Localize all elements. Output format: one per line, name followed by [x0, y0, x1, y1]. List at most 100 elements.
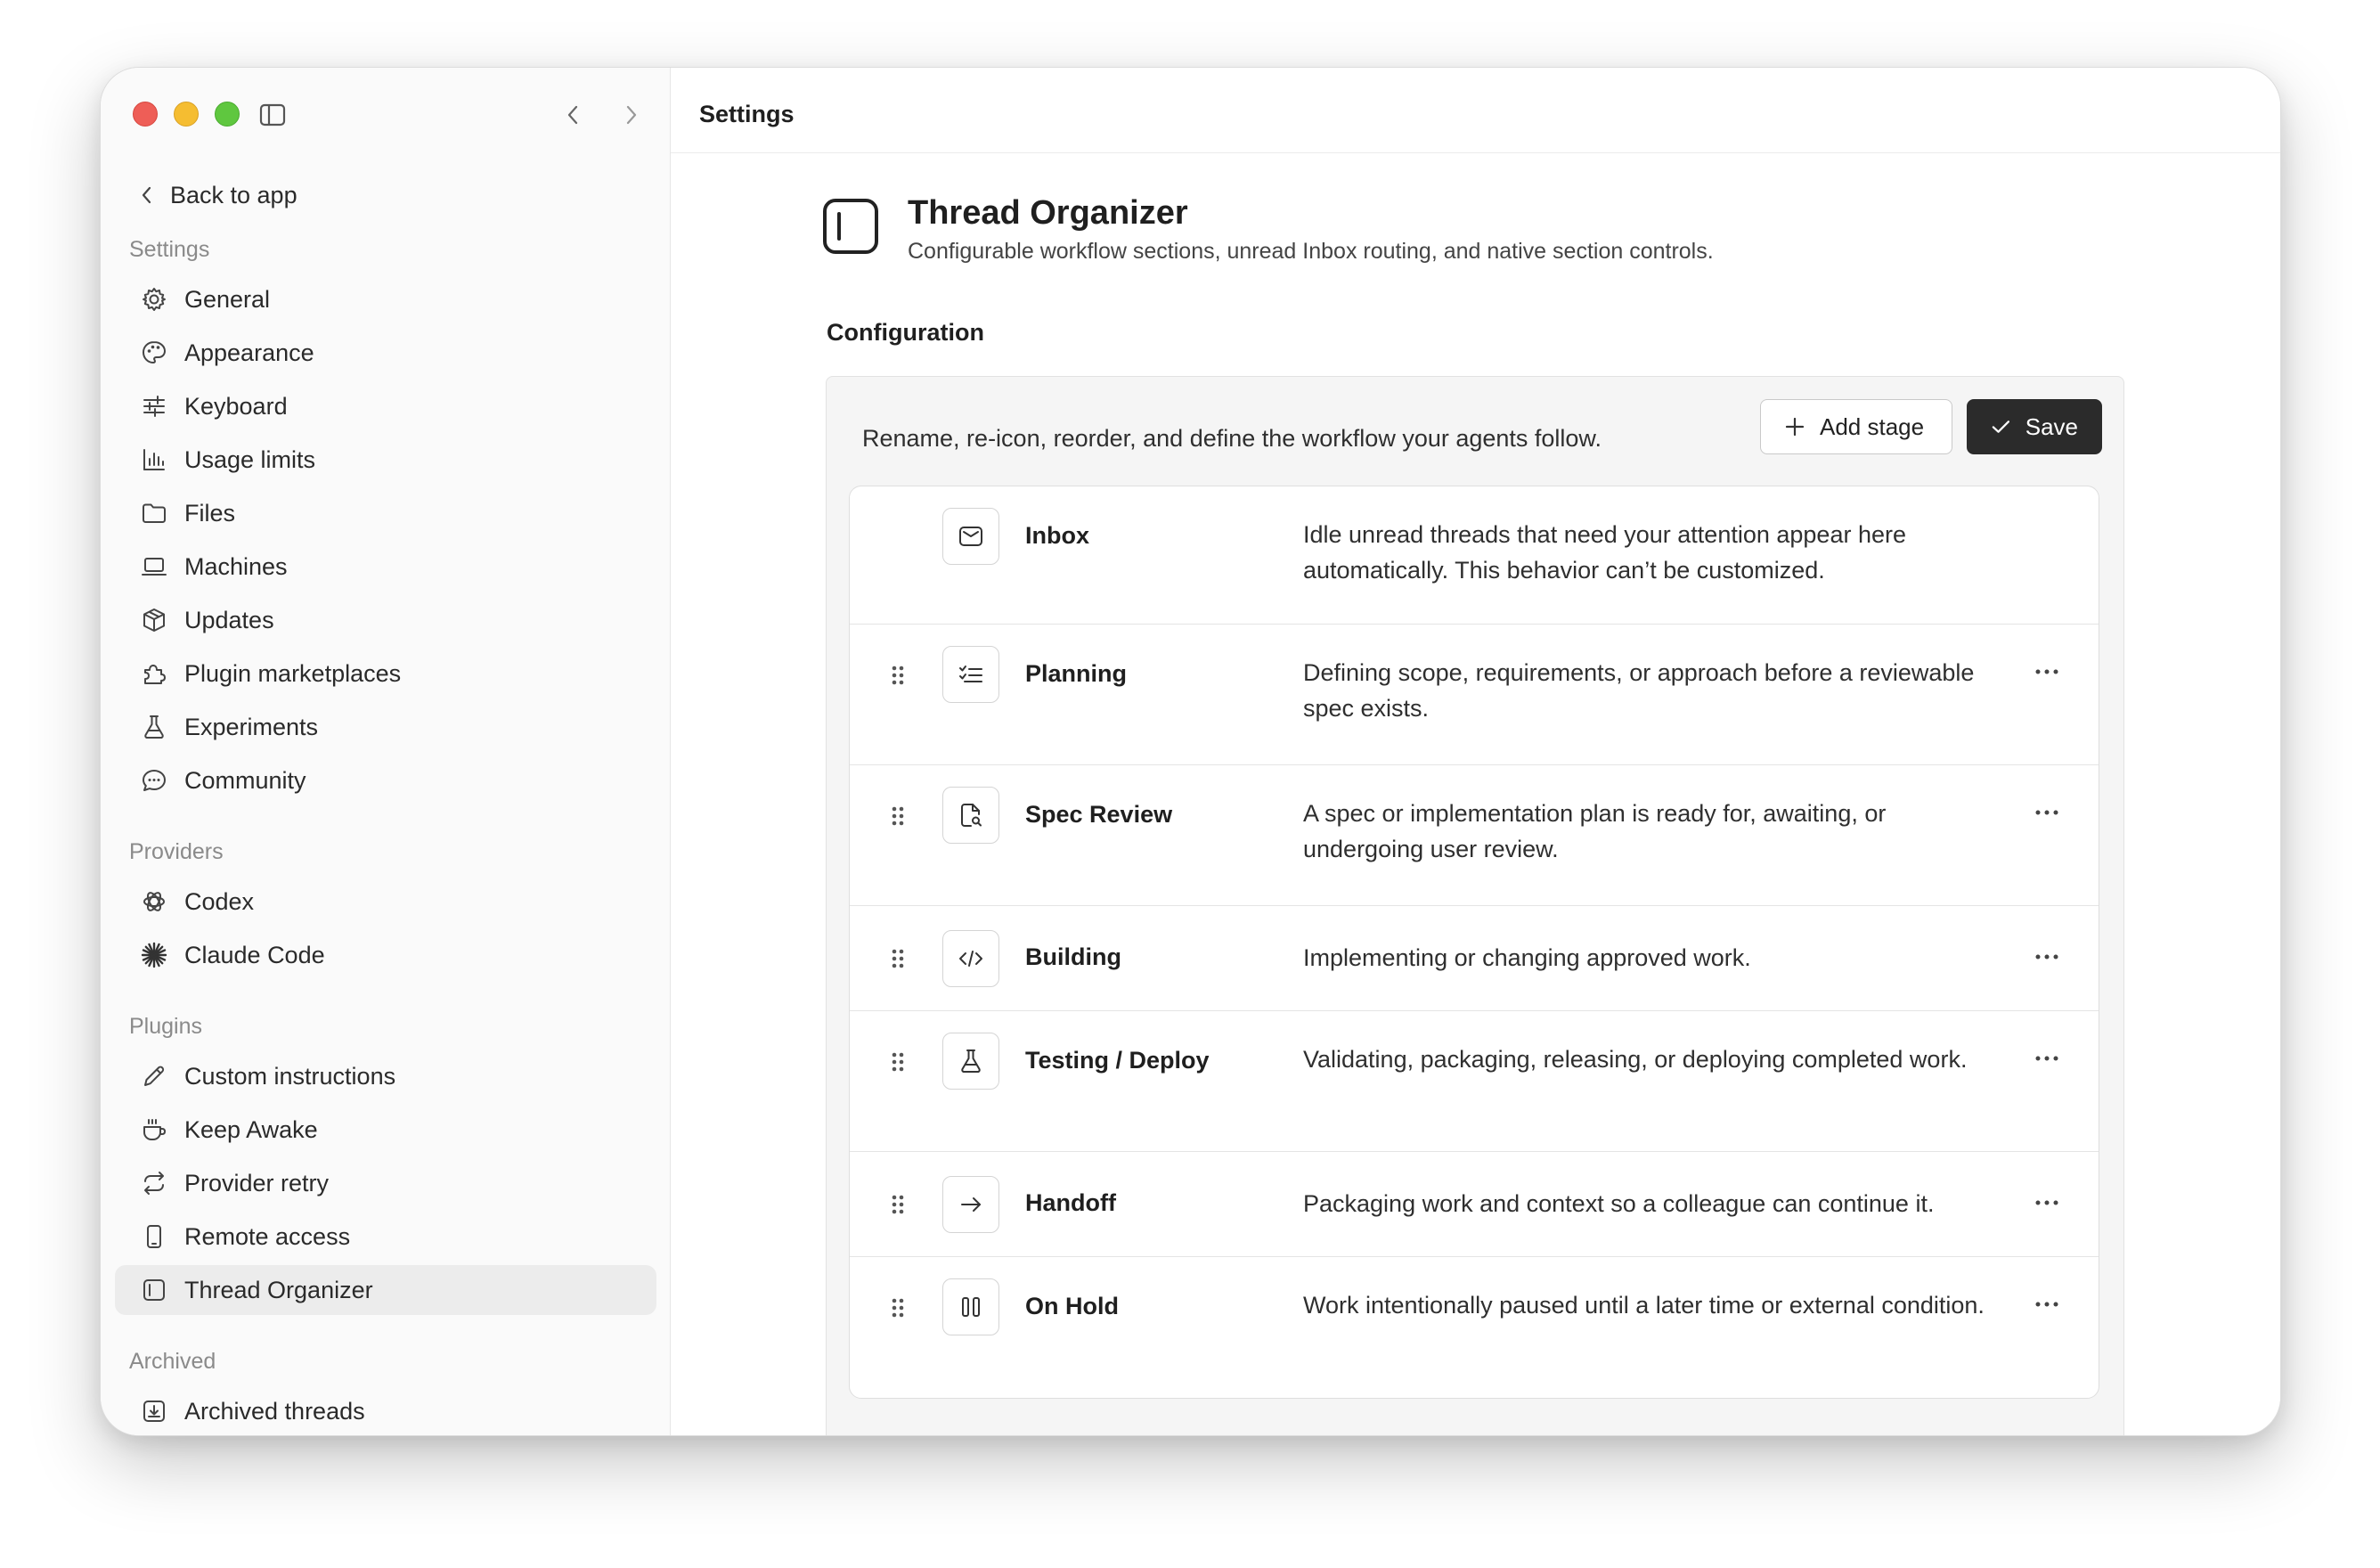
checklist-icon — [959, 666, 982, 682]
puzzle-icon — [144, 665, 166, 684]
sidebar-item-remote-access[interactable]: Remote access — [115, 1212, 656, 1262]
sidebar-item-machines[interactable]: Machines — [115, 542, 656, 592]
stage-name: Building — [1025, 943, 1121, 970]
stage-icon-button[interactable] — [942, 1033, 999, 1090]
sidebar-item-label: Provider retry — [184, 1169, 330, 1196]
sidebar-item-appearance[interactable]: Appearance — [115, 328, 656, 378]
claude-star-icon — [141, 942, 167, 968]
folder-icon — [143, 503, 166, 523]
forward-arrow-button[interactable] — [621, 103, 642, 127]
back-to-app-link[interactable]: Back to app — [131, 173, 648, 217]
stage-description: A spec or implementation plan is ready f… — [1303, 800, 1887, 862]
sidebar-item-label: Updates — [184, 606, 274, 633]
stage-name: Handoff — [1025, 1189, 1116, 1216]
stage-row-inbox: Inbox Idle unread threads that need your… — [850, 486, 2099, 625]
stage-name: Testing / Deploy — [1025, 1047, 1210, 1074]
sidebar-item-claude-code[interactable]: Claude Code — [115, 930, 656, 980]
flask-icon — [961, 1049, 981, 1073]
drag-handle-icon[interactable] — [889, 948, 907, 969]
stage-row-planning: Planning Defining scope, requirements, o… — [850, 625, 2099, 765]
pause-icon — [962, 1297, 980, 1317]
chevron-left-icon — [567, 105, 578, 125]
chat-bubble-icon — [143, 770, 166, 791]
history-nav — [562, 103, 642, 127]
sidebar-item-community[interactable]: Community — [115, 755, 656, 805]
check-icon — [1992, 421, 2010, 433]
drag-handle-icon[interactable] — [889, 805, 907, 827]
sidebar: Back to app Settings General Appearance … — [101, 68, 671, 1435]
topbar: Settings — [671, 68, 2280, 153]
stage-description: Work intentionally paused until a later … — [1303, 1292, 1985, 1319]
more-options-icon[interactable] — [2034, 808, 2059, 817]
stage-icon-button[interactable] — [942, 1278, 999, 1335]
thread-organizer-icon — [823, 199, 878, 254]
drag-handle-icon[interactable] — [889, 1297, 907, 1319]
sidebar-item-general[interactable]: General — [115, 274, 656, 324]
configuration-description: Rename, re-icon, reorder, and define the… — [862, 425, 1602, 452]
phone-icon — [147, 1225, 161, 1248]
sidebar-item-plugin-marketplaces[interactable]: Plugin marketplaces — [115, 649, 656, 698]
stage-name: On Hold — [1025, 1293, 1119, 1319]
stage-row-handoff: Handoff Packaging work and context so a … — [850, 1152, 2099, 1257]
chevron-left-icon — [142, 186, 151, 204]
sidebar-item-label: Keep Awake — [184, 1115, 318, 1143]
stage-name: Inbox — [1025, 522, 1089, 549]
more-options-icon[interactable] — [2034, 1300, 2059, 1309]
sidebar-item-codex[interactable]: Codex — [115, 877, 656, 927]
window-controls — [133, 102, 240, 127]
code-icon — [959, 951, 982, 967]
sliders-icon — [143, 396, 165, 417]
minimize-window-button[interactable] — [174, 102, 199, 127]
sidebar-item-label: Keyboard — [184, 392, 288, 420]
save-label: Save — [2025, 412, 2078, 440]
configuration-heading: Configuration — [827, 319, 984, 346]
add-stage-button[interactable]: Add stage — [1760, 399, 1952, 454]
stage-row-testing-deploy: Testing / Deploy Validating, packaging, … — [850, 1011, 2099, 1152]
stage-icon-button[interactable] — [942, 646, 999, 703]
sidebar-item-files[interactable]: Files — [115, 488, 656, 538]
flask-icon — [144, 715, 164, 739]
sidebar-item-experiments[interactable]: Experiments — [115, 702, 656, 752]
sidebar-toggle-icon[interactable] — [259, 103, 286, 127]
sidebar-item-keep-awake[interactable]: Keep Awake — [115, 1105, 656, 1155]
sidebar-item-thread-organizer[interactable]: Thread Organizer — [115, 1265, 656, 1315]
sidebar-item-label: Custom instructions — [184, 1062, 396, 1090]
pencil-icon — [144, 1066, 165, 1086]
close-window-button[interactable] — [133, 102, 158, 127]
sidebar-item-archived-threads[interactable]: Archived threads — [115, 1386, 656, 1435]
zoom-window-button[interactable] — [215, 102, 240, 127]
sidebar-item-provider-retry[interactable]: Provider retry — [115, 1158, 656, 1208]
sidebar-item-updates[interactable]: Updates — [115, 595, 656, 645]
stage-icon-button[interactable] — [942, 787, 999, 844]
drag-handle-icon[interactable] — [889, 1051, 907, 1073]
more-options-icon[interactable] — [2034, 1054, 2059, 1063]
more-options-icon[interactable] — [2034, 952, 2059, 961]
sidebar-item-custom-instructions[interactable]: Custom instructions — [115, 1051, 656, 1101]
stage-icon-button — [942, 508, 999, 565]
sidebar-item-usage-limits[interactable]: Usage limits — [115, 435, 656, 485]
laptop-icon — [142, 558, 167, 576]
more-options-icon[interactable] — [2034, 667, 2059, 676]
back-arrow-button[interactable] — [562, 103, 583, 127]
section-label-plugins: Plugins — [129, 1014, 202, 1039]
more-options-icon[interactable] — [2034, 1198, 2059, 1207]
stage-icon-button[interactable] — [942, 930, 999, 987]
arrow-right-icon — [961, 1197, 981, 1212]
sidebar-item-label: Experiments — [184, 713, 319, 740]
back-to-app-label: Back to app — [170, 181, 298, 208]
sidebar-item-label: Community — [184, 766, 306, 794]
save-button[interactable]: Save — [1967, 399, 2102, 454]
sidebar-item-label: Machines — [184, 552, 288, 580]
sidebar-item-label: Claude Code — [184, 941, 325, 968]
stage-name: Planning — [1025, 660, 1127, 687]
sidebar-item-label: Plugin marketplaces — [184, 659, 402, 687]
openai-logo-icon — [143, 892, 165, 911]
stage-icon-button[interactable] — [942, 1176, 999, 1233]
package-icon — [143, 608, 165, 632]
main-content: Settings Thread Organizer Configurable w… — [671, 68, 2280, 1435]
configuration-panel: Rename, re-icon, reorder, and define the… — [826, 376, 2124, 1435]
sidebar-item-keyboard[interactable]: Keyboard — [115, 381, 656, 431]
palette-icon — [142, 340, 167, 364]
drag-handle-icon[interactable] — [889, 1194, 907, 1215]
drag-handle-icon[interactable] — [889, 665, 907, 686]
